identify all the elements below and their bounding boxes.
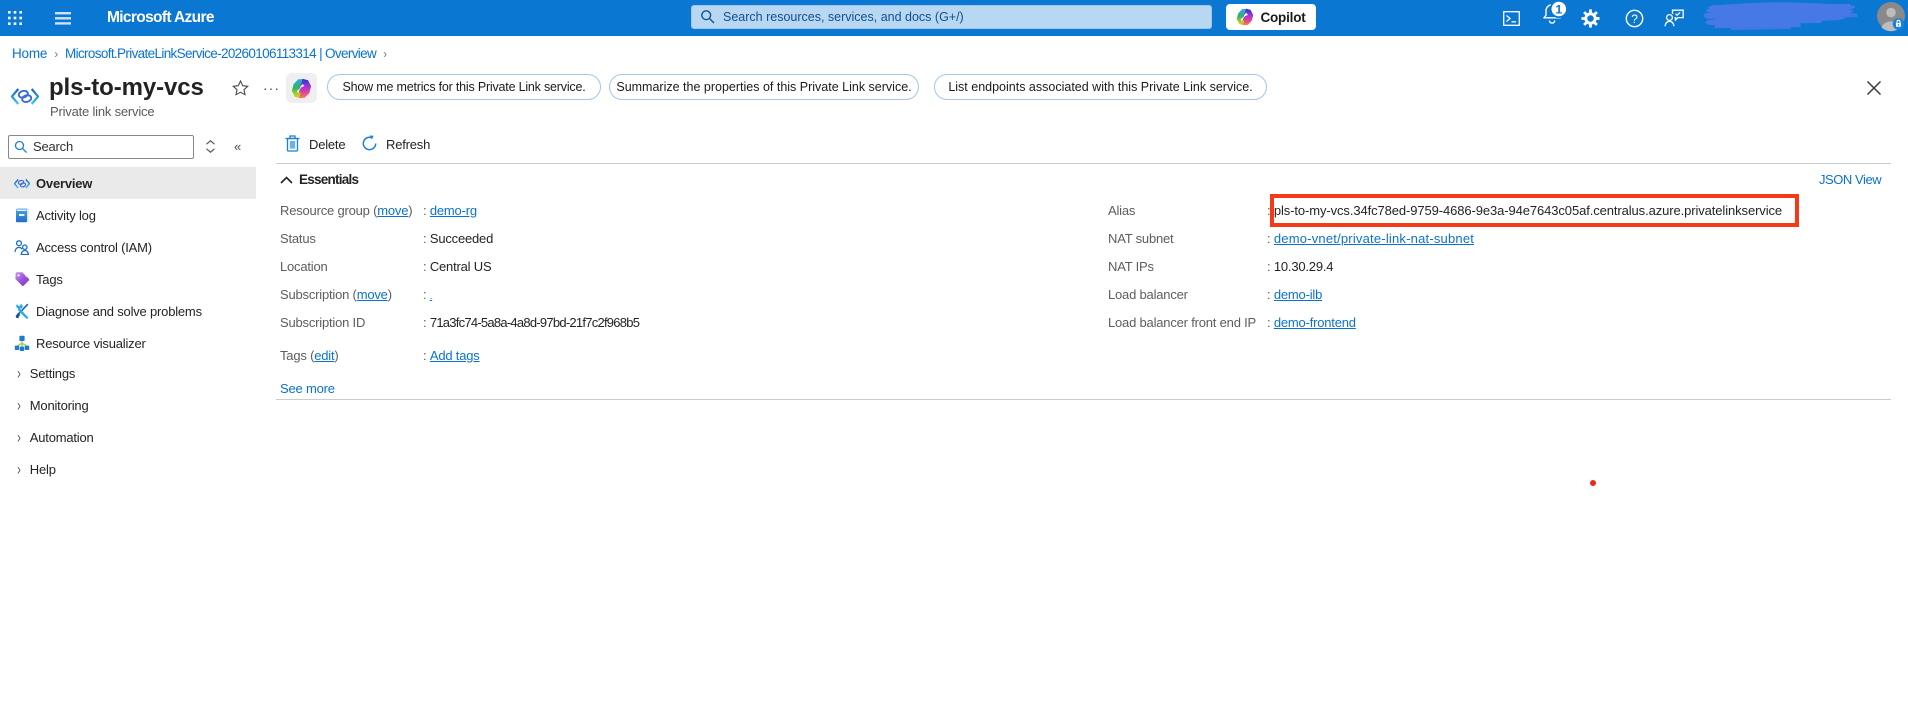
svg-text:?: ? bbox=[1631, 11, 1638, 25]
svg-text:1: 1 bbox=[1556, 2, 1563, 16]
